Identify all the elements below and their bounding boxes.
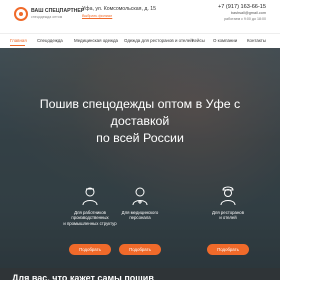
category-card-restaurants: Для ресторанов и отелей Подобрать	[192, 175, 264, 262]
working-hours: работаем с 9:00 до 18:00	[224, 17, 266, 21]
card-line: и отелей	[219, 215, 237, 221]
hero-title-line1: Пошив спецодежды оптом в Уфе с доставкой	[39, 97, 241, 128]
nav-item-cases[interactable]: Кейсы	[192, 38, 205, 43]
address: Уфа, ул. Комсомольская, д. 15	[82, 6, 157, 12]
hero-title-line2: по всей России	[96, 131, 184, 145]
category-card-medical: Для медицинского персонала Подобрать	[104, 175, 176, 262]
logo-subtitle: спецодежда оптом	[31, 15, 63, 19]
logo-icon	[14, 7, 28, 21]
worker-icon	[81, 186, 99, 206]
medic-icon	[131, 186, 149, 206]
select-button[interactable]: Подобрать	[207, 244, 249, 255]
nav-item-contacts[interactable]: Контакты	[247, 38, 266, 43]
phone-number[interactable]: +7 (917) 163-66-15	[218, 4, 266, 10]
hero-section: Пошив спецодежды оптом в Уфе с доставкой…	[0, 48, 280, 280]
card-text: Для медицинского персонала	[104, 210, 176, 221]
card-line: персонала	[129, 215, 151, 221]
nav-active-indicator	[10, 45, 25, 46]
card-line: Для ресторанов	[211, 210, 244, 215]
email[interactable]: bashsall@gmail.com	[231, 11, 266, 15]
card-line: Для работников	[74, 210, 106, 215]
nav-item-restaurants[interactable]: Одежда для ресторанов и отелей	[124, 38, 193, 43]
chef-icon	[219, 186, 237, 206]
site-header: ВАШ СПЕЦПАРТНЕР спецодежда оптом Уфа, ул…	[0, 0, 280, 32]
next-section-title: Для вас, что кажет самы пошив	[12, 273, 154, 283]
company-logo[interactable]: ВАШ СПЕЦПАРТНЕР спецодежда оптом	[14, 7, 84, 27]
nav-item-workwear[interactable]: Спецодежда	[37, 38, 63, 43]
main-nav: Главная Спецодежда Медицинская одежда Од…	[0, 33, 280, 49]
logo-text: ВАШ СПЕЦПАРТНЕР	[31, 8, 85, 14]
card-text: Для ресторанов и отелей	[192, 210, 264, 221]
choose-branch-link[interactable]: Выбрать филиал	[82, 14, 112, 18]
card-line: Для медицинского	[121, 210, 159, 215]
select-button[interactable]: Подобрать	[119, 244, 161, 255]
hero-title: Пошив спецодежды оптом в Уфе с доставкой…	[10, 96, 270, 147]
nav-item-medical[interactable]: Медицинская одежда	[74, 38, 118, 43]
nav-item-home[interactable]: Главная	[10, 38, 27, 43]
nav-item-about[interactable]: О компании	[213, 38, 237, 43]
